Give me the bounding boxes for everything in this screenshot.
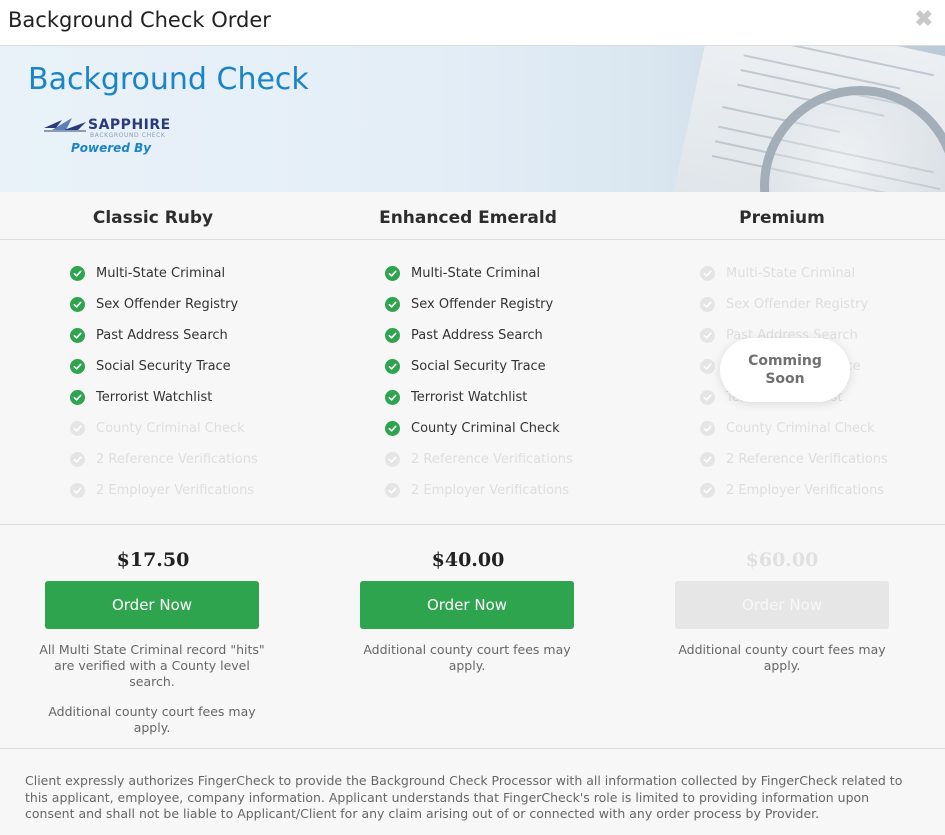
feature-item: 2 Employer Verifications	[70, 475, 258, 506]
feature-item: Past Address Search	[385, 320, 573, 351]
check-circle-disabled-icon	[700, 452, 715, 467]
footer-divider	[0, 748, 945, 749]
feature-item: Multi-State Criminal	[70, 258, 258, 289]
sapphire-wing-icon	[44, 118, 86, 132]
feature-label: Social Security Trace	[96, 359, 231, 374]
order-now-button-premium: Order Now	[675, 581, 889, 629]
feature-label: Social Security Trace	[411, 359, 546, 374]
feature-label: County Criminal Check	[411, 421, 560, 436]
coming-soon-badge: Comming Soon	[720, 338, 850, 402]
check-circle-icon	[385, 421, 400, 436]
check-circle-disabled-icon	[70, 421, 85, 436]
feature-label: Sex Offender Registry	[411, 297, 554, 312]
logo-subtext: BACKGROUND CHECK	[90, 132, 166, 139]
feature-label: Multi-State Criminal	[96, 266, 226, 281]
modal-title: Background Check Order	[8, 8, 271, 32]
plan-header-row: Classic Ruby Enhanced Emerald Premium	[0, 192, 945, 240]
plan-name-classic-ruby: Classic Ruby	[92, 208, 214, 228]
plan-name-premium: Premium	[739, 208, 825, 228]
feature-item: 2 Reference Verifications	[70, 444, 258, 475]
check-circle-disabled-icon	[700, 421, 715, 436]
feature-label: 2 Reference Verifications	[96, 452, 258, 467]
check-circle-disabled-icon	[700, 297, 715, 312]
feature-item: 2 Employer Verifications	[385, 475, 573, 506]
check-circle-icon	[70, 328, 85, 343]
feature-item: 2 Reference Verifications	[700, 444, 888, 475]
close-icon[interactable]: ✖	[915, 6, 933, 32]
feature-item: Social Security Trace	[70, 351, 258, 382]
order-now-button-classic-ruby[interactable]: Order Now	[45, 581, 259, 629]
feature-item: Terrorist Watchlist	[70, 382, 258, 413]
feature-label: Past Address Search	[96, 328, 228, 343]
feature-label: Terrorist Watchlist	[96, 390, 213, 405]
check-circle-disabled-icon	[700, 390, 715, 405]
feature-label: 2 Employer Verifications	[726, 483, 885, 498]
check-circle-disabled-icon	[700, 328, 715, 343]
check-circle-disabled-icon	[700, 266, 715, 281]
feature-item: Sex Offender Registry	[700, 289, 888, 320]
check-circle-disabled-icon	[385, 452, 400, 467]
banner-title: Background Check	[28, 62, 309, 97]
check-circle-icon	[70, 359, 85, 374]
feature-label: 2 Employer Verifications	[96, 483, 255, 498]
powered-by-label: Powered By	[71, 141, 152, 155]
feature-label: County Criminal Check	[726, 421, 875, 436]
feature-label: County Criminal Check	[96, 421, 245, 436]
price-enhanced-emerald: $40.00	[431, 549, 505, 571]
feature-item: County Criminal Check	[70, 413, 258, 444]
logo-name: SAPPHIRE	[88, 117, 171, 133]
plans-section: Classic Ruby Enhanced Emerald Premium Mu…	[0, 192, 945, 748]
check-circle-disabled-icon	[70, 452, 85, 467]
price-classic-ruby: $17.50	[116, 549, 190, 571]
feature-label: Multi-State Criminal	[726, 266, 856, 281]
feature-item: Sex Offender Registry	[70, 289, 258, 320]
feature-item: Multi-State Criminal	[700, 258, 888, 289]
feature-item: Sex Offender Registry	[385, 289, 573, 320]
check-circle-icon	[70, 390, 85, 405]
order-now-button-enhanced-emerald[interactable]: Order Now	[360, 581, 574, 629]
note-premium-fees: Additional county court fees may apply.	[678, 642, 886, 673]
check-circle-icon	[385, 266, 400, 281]
feature-item: Terrorist Watchlist	[385, 382, 573, 413]
check-circle-icon	[385, 297, 400, 312]
coming-soon-line-2: Soon	[765, 371, 805, 387]
feature-label: Past Address Search	[411, 328, 543, 343]
note-enhanced-emerald-fees: Additional county court fees may apply.	[363, 642, 571, 673]
feature-item: Social Security Trace	[385, 351, 573, 382]
feature-label: Multi-State Criminal	[411, 266, 541, 281]
check-circle-icon	[385, 328, 400, 343]
check-circle-icon	[385, 390, 400, 405]
check-circle-icon	[385, 359, 400, 374]
check-circle-disabled-icon	[700, 359, 715, 374]
banner: Background Check SAPPHIRE BACKGROUND CHE…	[0, 46, 945, 192]
feature-list-enhanced-emerald: Multi-State Criminal Sex Offender Registr…	[385, 258, 573, 506]
check-circle-icon	[70, 266, 85, 281]
feature-label: Sex Offender Registry	[96, 297, 239, 312]
check-circle-disabled-icon	[385, 483, 400, 498]
feature-label: 2 Reference Verifications	[411, 452, 573, 467]
feature-item: 2 Employer Verifications	[700, 475, 888, 506]
feature-list-classic-ruby: Multi-State Criminal Sex Offender Registr…	[70, 258, 258, 506]
section-divider	[0, 524, 945, 525]
feature-item: Past Address Search	[70, 320, 258, 351]
feature-item: Multi-State Criminal	[385, 258, 573, 289]
check-circle-disabled-icon	[700, 483, 715, 498]
feature-label: Sex Offender Registry	[726, 297, 869, 312]
coming-soon-line-1: Comming	[748, 353, 822, 369]
feature-item: County Criminal Check	[700, 413, 888, 444]
plan-name-enhanced-emerald: Enhanced Emerald	[379, 208, 557, 228]
feature-label: 2 Reference Verifications	[726, 452, 888, 467]
feature-item: 2 Reference Verifications	[385, 444, 573, 475]
note-classic-ruby-fees: Additional county court fees may apply.	[48, 704, 256, 735]
disclaimer-text: Client expressly authorizes FingerCheck …	[25, 773, 903, 821]
feature-item: County Criminal Check	[385, 413, 573, 444]
feature-label: Terrorist Watchlist	[411, 390, 528, 405]
modal-header: Background Check Order ✖	[0, 0, 945, 46]
price-premium: $60.00	[745, 549, 819, 571]
note-classic-ruby-hits: All Multi State Criminal record "hits" a…	[39, 642, 265, 689]
check-circle-disabled-icon	[70, 483, 85, 498]
check-circle-icon	[70, 297, 85, 312]
feature-label: 2 Employer Verifications	[411, 483, 570, 498]
